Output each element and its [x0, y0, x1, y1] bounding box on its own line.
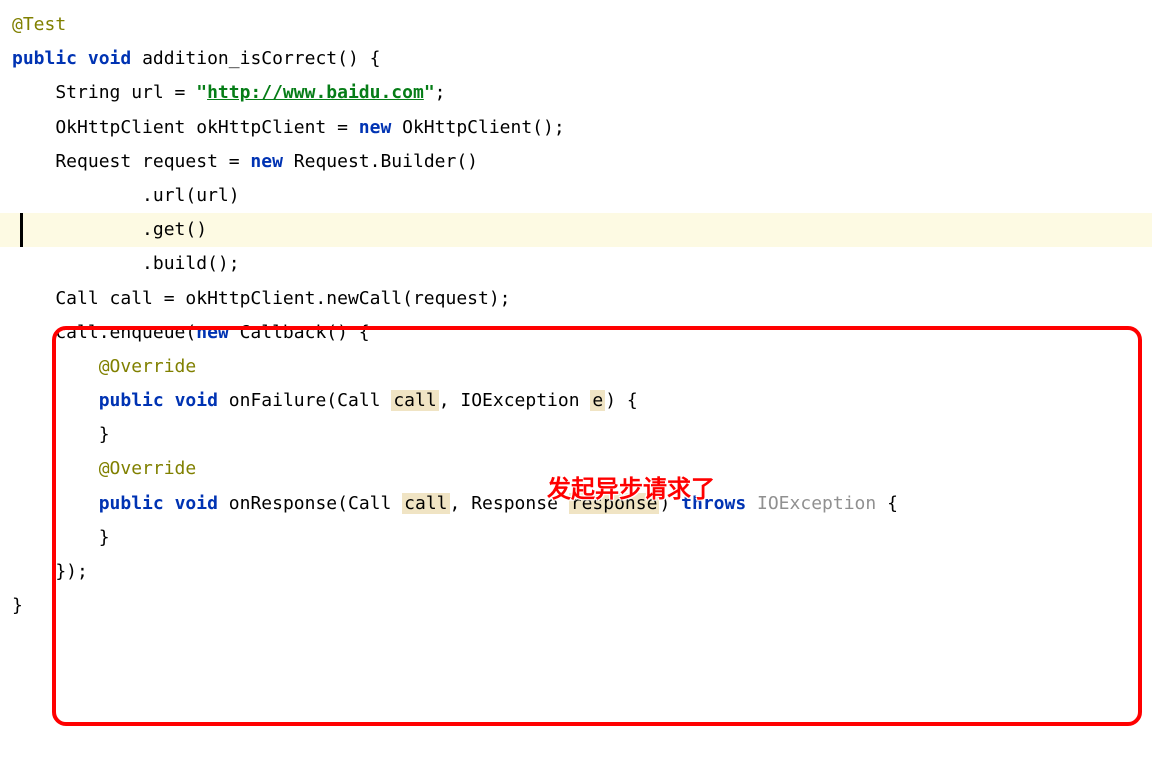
keyword-new: new [359, 117, 392, 138]
code-line-1[interactable]: @Test [0, 8, 1152, 42]
code-line-14[interactable]: } [0, 418, 1152, 452]
code-line-8[interactable]: .build(); [0, 247, 1152, 281]
code-line-20[interactable]: }); [0, 555, 1152, 589]
code-line-17[interactable]: public void onResponse(Call call, Respon… [0, 487, 1152, 521]
code-editor[interactable]: @Test public void addition_isCorrect() {… [0, 8, 1152, 623]
keyword-void: void [88, 48, 131, 69]
code-line-9[interactable]: Call call = okHttpClient.newCall(request… [0, 282, 1152, 316]
annotation-override: @Override [12, 356, 196, 377]
code-line-11[interactable]: @Override [0, 350, 1152, 384]
keyword-void: void [175, 390, 218, 411]
url-string[interactable]: http://www.baidu.com [207, 82, 424, 103]
code-line-21[interactable]: } [0, 589, 1152, 623]
code-line-5[interactable]: Request request = new Request.Builder() [0, 145, 1152, 179]
code-line-10[interactable]: call.enqueue(new Callback() { [0, 316, 1152, 350]
keyword-public: public [12, 48, 77, 69]
keyword-public: public [99, 390, 164, 411]
annotation-override: @Override [12, 458, 196, 479]
keyword-new: new [250, 151, 283, 172]
param-response: response [569, 493, 660, 514]
method-signature: addition_isCorrect() { [131, 48, 380, 69]
code-line-4[interactable]: OkHttpClient okHttpClient = new OkHttpCl… [0, 111, 1152, 145]
exception-type: IOException [746, 493, 887, 514]
param-e: e [590, 390, 605, 411]
param-call: call [391, 390, 438, 411]
keyword-new: new [196, 322, 229, 343]
code-line-16[interactable]: @Override [0, 452, 1152, 486]
cursor-indicator [20, 213, 23, 247]
code-line-6[interactable]: .url(url) [0, 179, 1152, 213]
code-line-7-highlighted[interactable]: .get() [0, 213, 1152, 247]
code-line-19[interactable]: } [0, 521, 1152, 555]
code-line-3[interactable]: String url = "http://www.baidu.com"; [0, 76, 1152, 110]
param-call: call [402, 493, 449, 514]
keyword-throws: throws [681, 493, 746, 514]
keyword-void: void [175, 493, 218, 514]
keyword-public: public [99, 493, 164, 514]
annotation-test: @Test [12, 14, 66, 35]
code-line-2[interactable]: public void addition_isCorrect() { [0, 42, 1152, 76]
code-line-12[interactable]: public void onFailure(Call call, IOExcep… [0, 384, 1152, 418]
